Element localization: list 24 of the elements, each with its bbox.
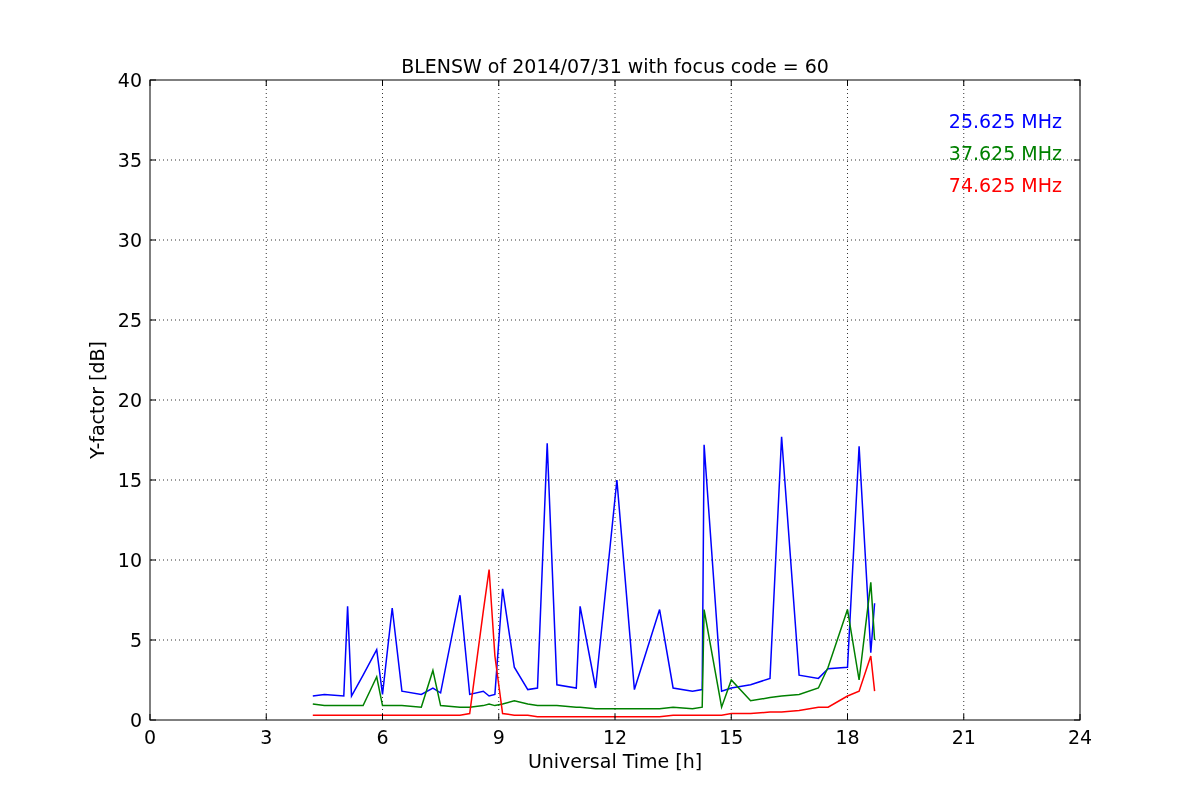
x-tick-label: 6	[376, 726, 389, 748]
chart-title: BLENSW of 2014/07/31 with focus code = 60	[401, 55, 829, 77]
legend-label: 25.625 MHz	[948, 110, 1062, 132]
legend-label: 74.625 MHz	[948, 174, 1062, 196]
x-tick-label: 9	[492, 726, 505, 748]
x-tick-label: 3	[260, 726, 273, 748]
y-tick-label: 15	[117, 469, 142, 491]
y-tick-label: 5	[129, 629, 142, 651]
x-tick-label: 12	[602, 726, 628, 748]
x-axis-label: Universal Time [h]	[527, 750, 703, 772]
y-tick-label: 40	[117, 69, 142, 91]
x-tick-label: 0	[143, 726, 157, 748]
x-tick-label: 15	[719, 726, 744, 748]
x-tick-label: 18	[835, 726, 860, 748]
y-tick-label: 25	[117, 309, 142, 331]
y-axis-label: Y-factor [dB]	[86, 341, 108, 459]
x-tick-label: 21	[951, 726, 976, 748]
y-tick-label: 10	[117, 549, 142, 571]
x-tick-label: 24	[1067, 726, 1093, 748]
legend-label: 37.625 MHz	[948, 142, 1062, 164]
y-tick-label: 20	[117, 389, 142, 411]
y-tick-label: 35	[117, 149, 142, 171]
y-tick-label: 30	[117, 229, 142, 251]
y-tick-label: 0	[129, 709, 142, 731]
